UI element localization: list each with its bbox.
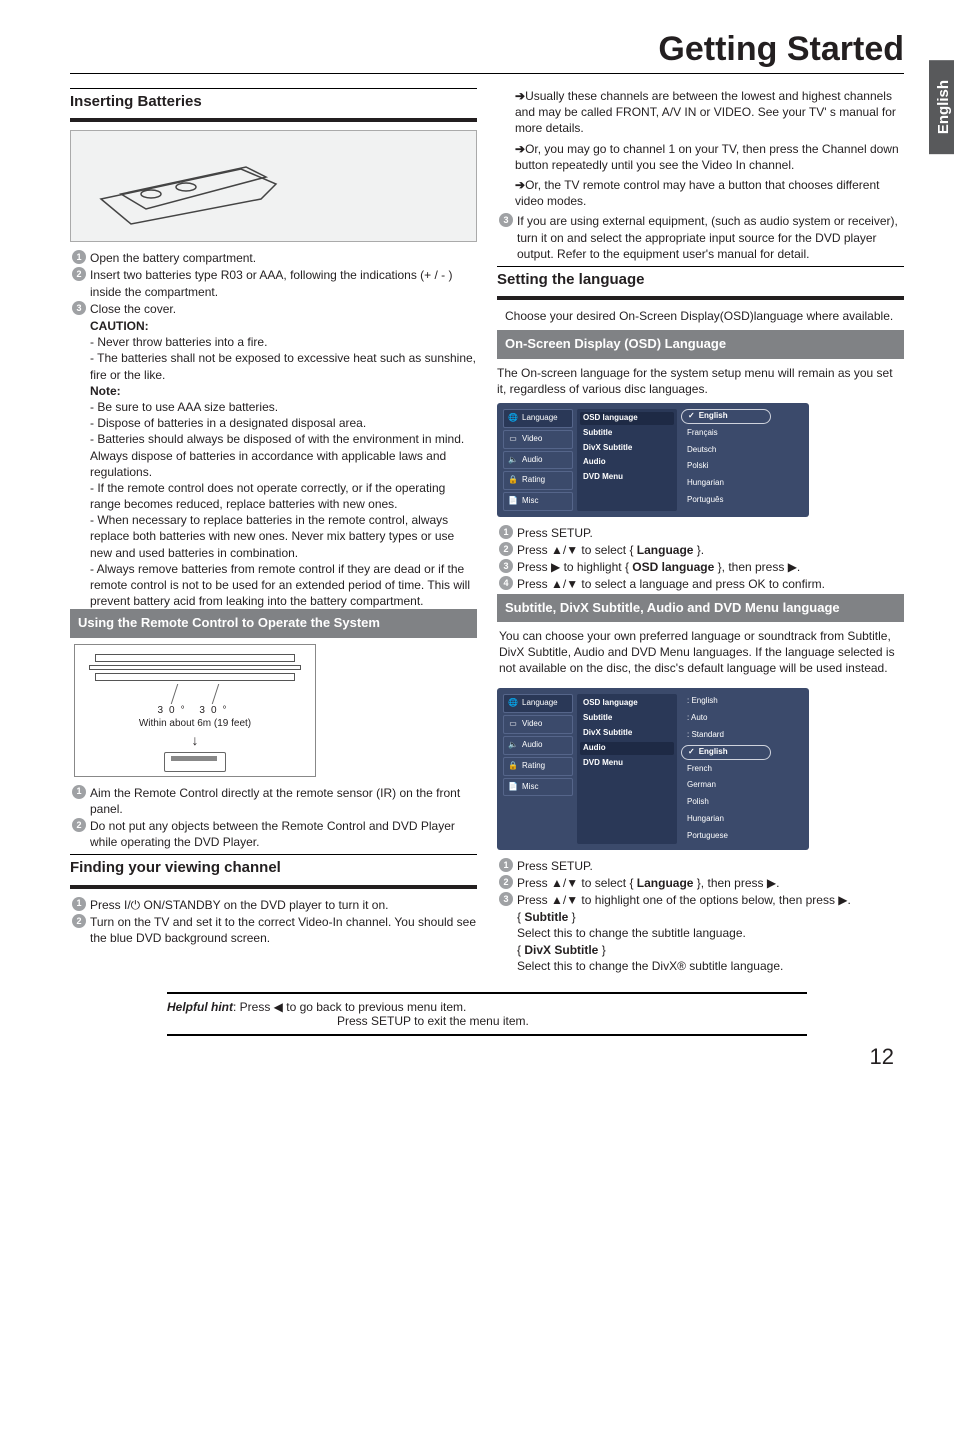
osd-option-selected: English <box>681 409 771 424</box>
step-text: Open the battery compartment. <box>90 250 477 266</box>
osd-option: Portuguese <box>681 829 771 844</box>
osd-menu-screenshot-2: 🌐Language ▭Video 🔈Audio 🔒Rating 📄Misc OS… <box>497 688 809 849</box>
subtitle-band: Subtitle, DivX Subtitle, Audio and DVD M… <box>497 594 904 622</box>
osd-item: OSD language <box>583 698 671 709</box>
option-subtitle: Subtitle <box>524 910 568 924</box>
osd-value: : Standard <box>681 728 771 743</box>
battery-steps: 1Open the battery compartment. 2Insert t… <box>70 250 477 317</box>
remote-range-label: Within about 6m (19 feet) <box>85 717 305 731</box>
step-text: Press ▲/▼ to highlight one of the option… <box>517 892 904 908</box>
option-divx: DivX Subtitle <box>524 943 598 957</box>
option-body: Select this to change the subtitle langu… <box>517 926 746 940</box>
info-text: Usually these channels are between the l… <box>515 89 896 135</box>
step-text: Do not put any objects between the Remot… <box>90 818 477 850</box>
battery-diagram <box>70 130 477 242</box>
helpful-hint: Helpful hint: Press ◀ to go back to prev… <box>167 992 807 1036</box>
note-line: - Batteries should always be disposed of… <box>90 431 477 480</box>
note-head: Note: <box>90 384 121 398</box>
osd-tab-language: 🌐Language <box>503 409 573 428</box>
step-text: Close the cover. <box>90 301 477 317</box>
remote-control-band: Using the Remote Control to Operate the … <box>70 609 477 637</box>
note-line: - Be sure to use AAA size batteries. <box>90 399 477 415</box>
step-text: Insert two batteries type R03 or AAA, fo… <box>90 267 477 299</box>
step-text: Press ▲/▼ to select { Language }. <box>517 542 904 558</box>
osd-tab-audio: 🔈Audio <box>503 736 573 755</box>
caution-line: - The batteries shall not be exposed to … <box>90 350 477 382</box>
page-title: Getting Started <box>70 30 904 74</box>
osd-steps: 1Press SETUP. 2Press ▲/▼ to select { Lan… <box>497 525 904 593</box>
language-tab: English <box>929 60 954 154</box>
subtitle-intro: You can choose your own preferred langua… <box>497 622 904 683</box>
osd-item: DVD Menu <box>583 472 671 483</box>
note-line: - When necessary to replace batteries in… <box>90 512 477 561</box>
step-text: Press ▲/▼ to select { Language }, then p… <box>517 875 904 891</box>
osd-item: Audio <box>580 742 674 755</box>
osd-option: Português <box>681 493 771 508</box>
step-text: Press SETUP. <box>517 525 904 541</box>
osd-tab-misc: 📄Misc <box>503 778 573 797</box>
section-setting-language: Setting the language <box>497 266 904 300</box>
step-text: Press SETUP. <box>517 858 904 874</box>
osd-option: Polish <box>681 795 771 810</box>
step-text: Press I/⏻ ON/STANDBY on the DVD player t… <box>90 897 477 913</box>
osd-option: Hungarian <box>681 812 771 827</box>
caution-head: CAUTION: <box>90 319 149 333</box>
osd-intro: The On-screen language for the system se… <box>497 359 904 397</box>
osd-language-band: On-Screen Display (OSD) Language <box>497 330 904 358</box>
section-inserting-batteries: Inserting Batteries <box>70 88 477 122</box>
subtitle-steps: 1Press SETUP. 2Press ▲/▼ to select { Lan… <box>497 858 904 909</box>
osd-item: DivX Subtitle <box>583 443 671 454</box>
remote-diagram: 30° 30° Within about 6m (19 feet) ↓ <box>74 644 316 777</box>
note-line: - Always remove batteries from remote co… <box>90 561 477 610</box>
osd-option: Français <box>681 426 771 441</box>
osd-tab-rating: 🔒Rating <box>503 757 573 776</box>
info-text: Or, the TV remote control may have a but… <box>515 178 879 208</box>
channel-steps: 1Press I/⏻ ON/STANDBY on the DVD player … <box>70 897 477 947</box>
step-text: Turn on the TV and set it to the correct… <box>90 914 477 946</box>
osd-option: Polski <box>681 459 771 474</box>
note-line: - Dispose of batteries in a designated d… <box>90 415 477 431</box>
osd-option: French <box>681 762 771 777</box>
page-number: 12 <box>0 1036 954 1088</box>
option-body: Select this to change the DivX® subtitle… <box>517 959 783 973</box>
caution-line: - Never throw batteries into a fire. <box>90 334 477 350</box>
remote-steps: 1Aim the Remote Control directly at the … <box>70 785 477 851</box>
osd-tab-video: ▭Video <box>503 715 573 734</box>
osd-tab-rating: 🔒Rating <box>503 471 573 490</box>
osd-value: : Auto <box>681 711 771 726</box>
osd-value: : English <box>681 694 771 709</box>
osd-option: Deutsch <box>681 443 771 458</box>
section-finding-channel: Finding your viewing channel <box>70 854 477 888</box>
step-text: If you are using external equipment, (su… <box>517 213 904 262</box>
osd-option: German <box>681 778 771 793</box>
note-line: - If the remote control does not operate… <box>90 480 477 512</box>
osd-item: DVD Menu <box>583 758 671 769</box>
osd-tab-misc: 📄Misc <box>503 492 573 511</box>
osd-tab-audio: 🔈Audio <box>503 451 573 470</box>
osd-menu-screenshot-1: 🌐Language ▭Video 🔈Audio 🔒Rating 📄Misc OS… <box>497 403 809 517</box>
info-text: Or, you may go to channel 1 on your TV, … <box>515 142 899 172</box>
osd-tab-language: 🌐Language <box>503 694 573 713</box>
osd-item: DivX Subtitle <box>583 728 671 739</box>
step-text: Press ▲/▼ to select a language and press… <box>517 576 904 592</box>
osd-option-selected: English <box>681 745 771 760</box>
osd-item: Audio <box>583 457 671 468</box>
remote-angle-label: 30° 30° <box>85 704 305 718</box>
osd-item: OSD language <box>580 412 674 425</box>
osd-tab-video: ▭Video <box>503 430 573 449</box>
step-text: Press ▶ to highlight { OSD language }, t… <box>517 559 904 575</box>
step-text: Aim the Remote Control directly at the r… <box>90 785 477 817</box>
language-intro: Choose your desired On-Screen Display(OS… <box>497 308 904 330</box>
osd-option: Hungarian <box>681 476 771 491</box>
osd-item: Subtitle <box>583 713 671 724</box>
osd-item: Subtitle <box>583 428 671 439</box>
